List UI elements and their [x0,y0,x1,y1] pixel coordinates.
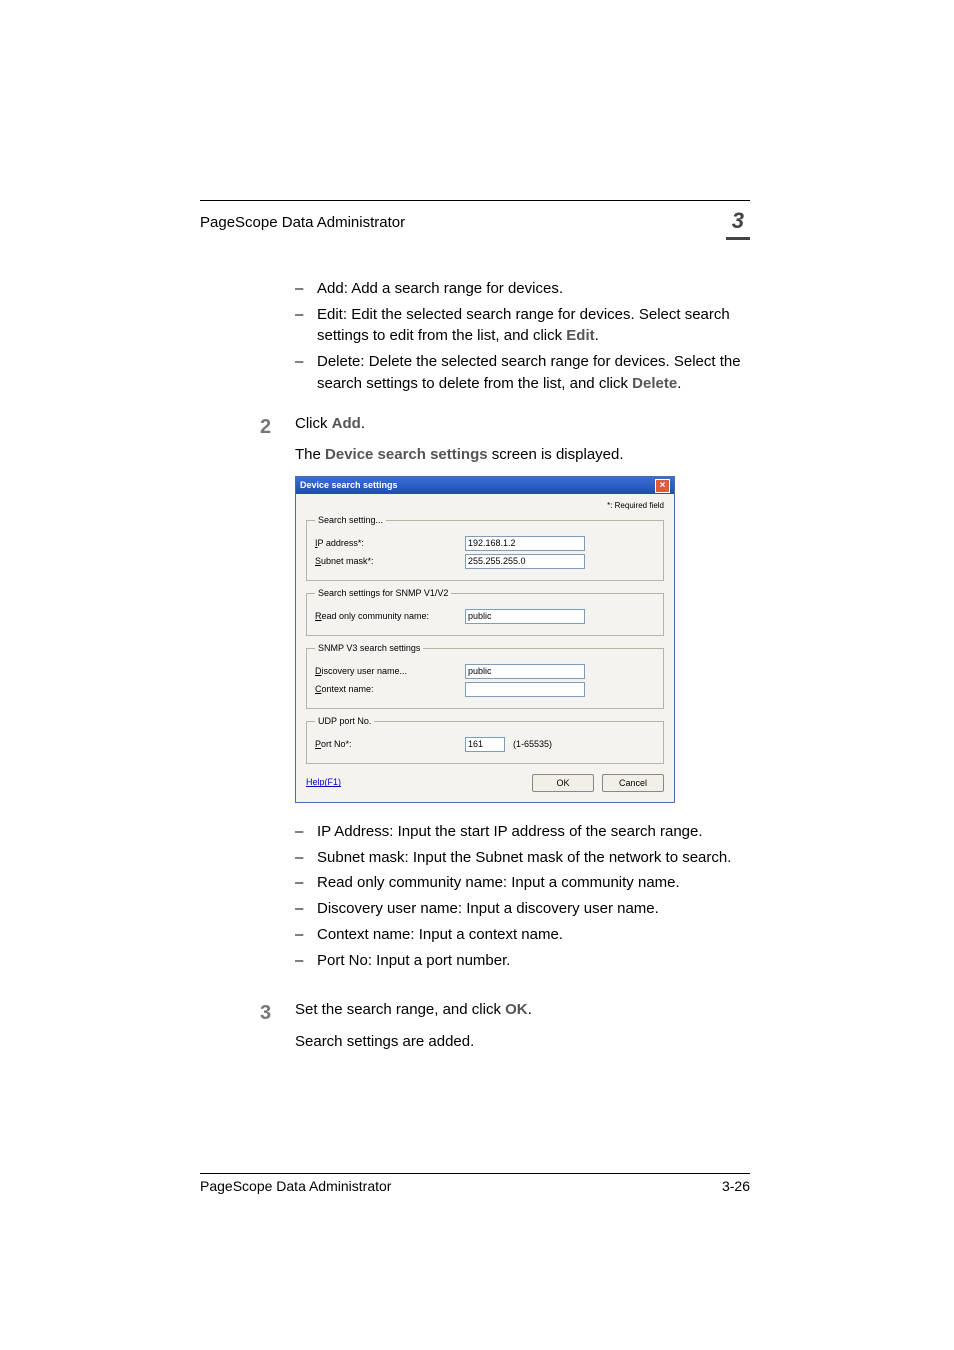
step-number: 2 [200,413,295,990]
bullet-item: –IP Address: Input the start IP address … [295,821,754,843]
header-title: PageScope Data Administrator [200,212,405,234]
step-text: Set the search range, and click OK. [295,999,754,1021]
read-community-field[interactable] [465,609,585,624]
chapter-number: 3 [726,205,750,240]
bullet-item: – Edit: Edit the selected search range f… [295,304,750,348]
port-range-hint: (1-65535) [513,738,552,751]
label-context-name: Context name: [315,683,465,696]
step-text: Click Add. [295,413,754,435]
bullet-item: –Subnet mask: Input the Subnet mask of t… [295,847,754,869]
help-link[interactable]: Help(F1) [306,776,341,789]
device-search-settings-dialog: Device search settings × *: Required fie… [295,476,675,803]
bullet-item: –Context name: Input a context name. [295,924,754,946]
label-subnet-mask: Subnet mask*: [315,555,465,568]
label-read-community: Read only community name: [315,610,465,623]
step-text: Search settings are added. [295,1031,754,1053]
group-snmp-v3: SNMP V3 search settings Discovery user n… [306,642,664,709]
footer-title: PageScope Data Administrator [200,1176,391,1196]
page-number: 3-26 [722,1176,750,1196]
close-icon[interactable]: × [655,479,670,493]
group-search-setting: Search setting... IIP address*:P address… [306,514,664,581]
label-port-no: Port No*: [315,738,465,751]
port-no-field[interactable] [465,737,505,752]
bullet-item: – Delete: Delete the selected search ran… [295,351,750,395]
label-discovery-user: Discovery user name... [315,665,465,678]
context-name-field[interactable] [465,682,585,697]
step-text: The Device search settings screen is dis… [295,444,754,466]
cancel-button[interactable]: Cancel [602,774,664,792]
group-snmp-v1v2: Search settings for SNMP V1/V2 Read only… [306,587,664,636]
step-number: 3 [200,999,295,1063]
bullet-item: –Read only community name: Input a commu… [295,872,754,894]
dialog-title: Device search settings [300,477,398,494]
bullet-item: –Port No: Input a port number. [295,950,754,972]
label-ip-address: IIP address*:P address*: [315,537,465,550]
group-udp-port: UDP port No. Port No*: (1-65535) [306,715,664,764]
required-note: *: Required field [306,500,664,512]
bullet-item: – Add: Add a search range for devices. [295,278,750,300]
ip-address-field[interactable] [465,536,585,551]
subnet-mask-field[interactable] [465,554,585,569]
bullet-item: –Discovery user name: Input a discovery … [295,898,754,920]
discovery-user-field[interactable] [465,664,585,679]
ok-button[interactable]: OK [532,774,594,792]
